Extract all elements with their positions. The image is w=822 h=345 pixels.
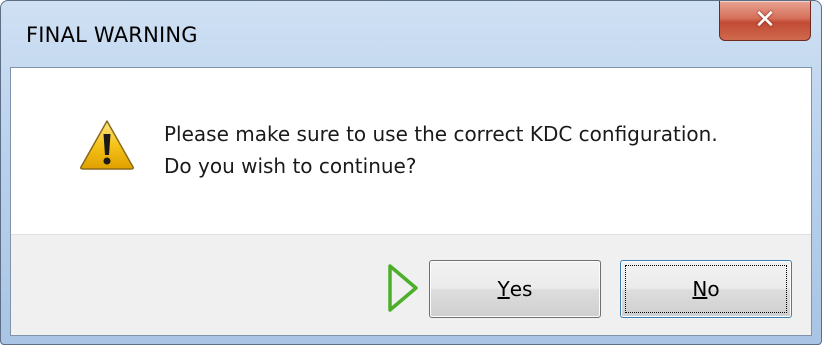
- button-bar: Yes No: [11, 234, 811, 335]
- yes-button[interactable]: Yes: [429, 260, 601, 318]
- no-button[interactable]: No: [620, 260, 792, 318]
- message-line-2: Do you wish to continue?: [164, 154, 417, 178]
- dialog-body: Please make sure to use the correct KDC …: [10, 67, 812, 336]
- play-arrow-icon: [388, 264, 418, 312]
- close-icon: ✕: [754, 5, 776, 35]
- message-line-1: Please make sure to use the correct KDC …: [164, 122, 718, 146]
- warning-triangle-icon: [80, 120, 134, 170]
- dialog-window: FINAL WARNING ✕ Please make sure to use …: [0, 0, 822, 345]
- message-area: Please make sure to use the correct KDC …: [11, 68, 811, 234]
- close-button[interactable]: ✕: [719, 1, 811, 41]
- dialog-title: FINAL WARNING: [26, 23, 198, 47]
- no-button-label: No: [625, 265, 787, 313]
- yes-button-label: Yes: [497, 277, 533, 301]
- title-bar[interactable]: FINAL WARNING ✕: [1, 1, 821, 67]
- message-text: Please make sure to use the correct KDC …: [164, 118, 718, 182]
